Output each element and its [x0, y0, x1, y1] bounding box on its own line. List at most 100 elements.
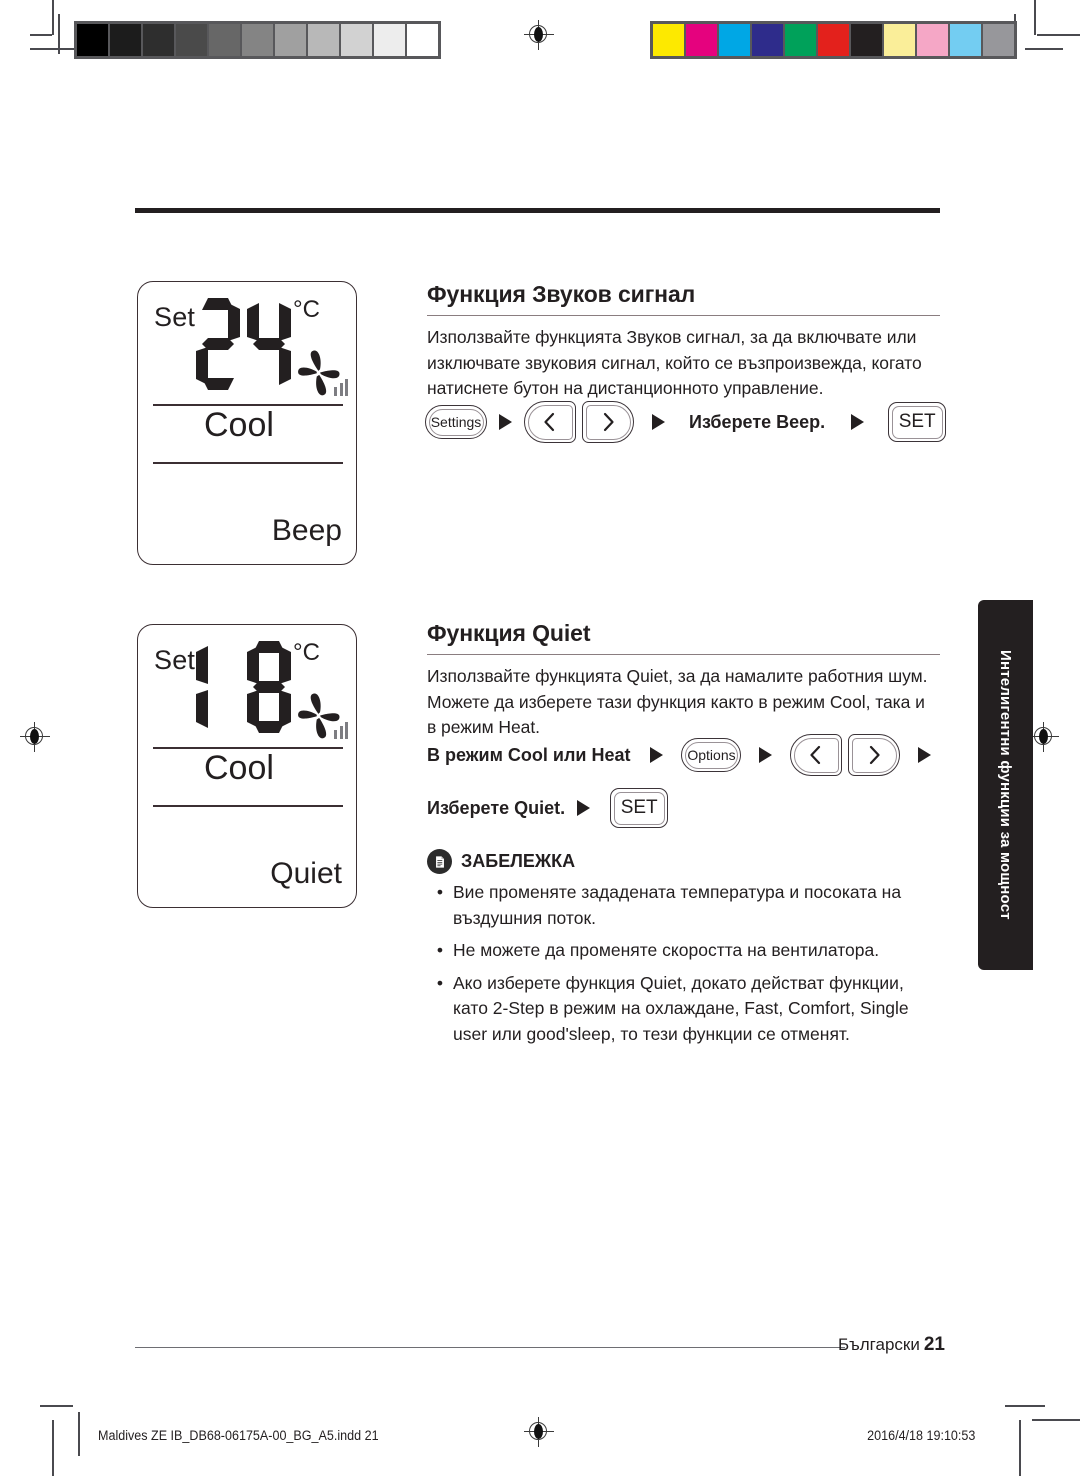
color-swatch — [719, 24, 750, 56]
color-swatch — [77, 24, 108, 56]
crop-mark-bottom-left-h — [40, 1405, 73, 1407]
arrow-separator-icon — [499, 414, 512, 430]
lcd-display-quiet: Set °C Cool Quiet — [137, 624, 357, 908]
color-swatch — [884, 24, 915, 56]
step-mode-label: В режим Cool или Heat — [427, 744, 631, 765]
registration-mark-left — [20, 722, 50, 752]
color-swatch — [110, 24, 141, 56]
color-swatch — [209, 24, 240, 56]
options-button[interactable]: Options — [681, 738, 742, 772]
crop-mark-top-left-h2 — [30, 48, 78, 50]
section-body-beep: Използвайте функцията Звуков сигнал, за … — [427, 327, 922, 398]
options-button-label: Options — [687, 747, 736, 763]
section-title-beep: Функция Звуков сигнал — [427, 281, 696, 307]
chevron-left-icon — [544, 412, 555, 432]
prev-button[interactable] — [524, 401, 576, 443]
crop-mark-bottom-left-bleed — [78, 1412, 80, 1456]
color-swatch — [275, 24, 306, 56]
section-rule-beep — [427, 315, 940, 317]
color-swatch — [176, 24, 207, 56]
set-button-label: SET — [620, 797, 658, 818]
note-list-item: • Не можете да променяте скоростта на вен… — [427, 938, 937, 964]
footer-language-label: Български — [837, 1335, 920, 1354]
seven-segment-digit — [196, 298, 240, 390]
color-swatch — [308, 24, 339, 56]
next-button[interactable] — [582, 401, 634, 443]
step-select-quiet-label: Изберете Quiet. — [427, 797, 566, 818]
arrow-separator-icon — [851, 414, 865, 430]
seven-segment-digit — [247, 641, 291, 733]
set-button[interactable]: SET — [888, 402, 947, 442]
color-swatch — [653, 24, 684, 56]
crop-mark-top-left-v — [52, 0, 54, 35]
process-color-bar — [650, 21, 1017, 59]
page-number: 21 — [923, 1334, 945, 1355]
color-swatch — [950, 24, 981, 56]
color-swatch — [851, 24, 882, 56]
note-title: ЗАБЕЛЕЖКА — [461, 851, 576, 871]
lcd-display-beep: Set °C Cool Beep — [137, 281, 357, 565]
grayscale-step-wedge — [74, 21, 441, 59]
lcd-mode-label: Cool — [204, 406, 274, 444]
crop-mark-bottom-right-h — [1005, 1405, 1045, 1407]
note-list-item: • Ако изберете функция Quiet, докато дейс… — [427, 971, 937, 1048]
note-header: ЗАБЕЛЕЖКА — [427, 849, 575, 874]
next-button[interactable] — [848, 734, 901, 776]
color-swatch — [341, 24, 372, 56]
color-swatch — [917, 24, 948, 56]
prev-button[interactable] — [790, 734, 843, 776]
document-glyph — [435, 855, 444, 868]
color-swatch — [785, 24, 816, 56]
arrow-separator-icon — [652, 414, 665, 430]
seven-segment-digit — [196, 641, 240, 733]
set-button[interactable]: SET — [610, 788, 669, 828]
registration-mark-bottom-center — [524, 1417, 554, 1447]
section-body-quiet: Използвайте функцията Quiet, за да намал… — [427, 666, 928, 737]
lcd-set-label: Set — [154, 645, 196, 675]
crop-mark-top-left-bleed — [58, 14, 60, 54]
color-swatch — [686, 24, 717, 56]
lcd-divider-bottom — [153, 805, 343, 807]
crop-mark-top-left-h — [30, 34, 52, 36]
arrow-separator-icon — [918, 747, 932, 763]
lcd-temperature-digits — [196, 641, 291, 733]
lcd-temperature-digits — [196, 298, 291, 390]
lcd-divider-bottom — [153, 462, 343, 464]
crop-mark-bottom-right-h2 — [1032, 1419, 1080, 1421]
color-swatch — [242, 24, 273, 56]
settings-button-label: Settings — [430, 414, 482, 430]
color-swatch — [818, 24, 849, 56]
steps-beep: Settings Изберете Beep. SET — [425, 400, 947, 444]
arrow-separator-icon — [650, 747, 664, 763]
color-swatch — [143, 24, 174, 56]
seven-segment-digit — [247, 298, 291, 390]
bullet-icon: • — [436, 940, 444, 960]
step-select-beep-label: Изберете Beep. — [689, 411, 826, 432]
print-slug-timestamp: 2016/4/18 19:10:53 — [866, 1428, 975, 1443]
color-swatch — [983, 24, 1014, 56]
crop-mark-bottom-left-v — [52, 1420, 54, 1476]
set-button-label: SET — [898, 411, 936, 432]
note-list-item-text: Не можете да променяте скоростта на вент… — [453, 940, 880, 960]
lcd-set-label: Set — [154, 302, 196, 332]
crop-mark-bottom-right-v — [1019, 1420, 1021, 1476]
lcd-unit-label: °C — [293, 296, 320, 323]
note-list-item: • Вие променяте зададената температура и … — [427, 880, 937, 931]
print-slug-filename: Maldives ZE IB_DB68-06175A-00_BG_A5.indd… — [98, 1428, 379, 1443]
bullet-icon: • — [436, 882, 444, 902]
color-swatch — [374, 24, 405, 56]
steps-quiet-row2: Изберете Quiet. SET — [427, 788, 669, 828]
arrow-separator-icon — [759, 747, 773, 763]
footer-language: Български 21 — [838, 1334, 945, 1356]
lcd-function-label: Beep — [271, 514, 342, 547]
crop-mark-top-right-v — [1034, 0, 1036, 35]
section-title-quiet: Функция Quiet — [427, 620, 591, 646]
fan-speed-bars — [334, 378, 348, 396]
lcd-mode-label: Cool — [204, 749, 274, 787]
bullet-icon: • — [436, 972, 444, 993]
steps-quiet-row1: В режим Cool или Heat Options — [427, 733, 932, 777]
sidebar-chapter-label: Интелигентни функции за мощност — [997, 650, 1014, 920]
page-top-rule — [135, 208, 940, 213]
color-swatch — [752, 24, 783, 56]
settings-button[interactable]: Settings — [425, 405, 487, 439]
